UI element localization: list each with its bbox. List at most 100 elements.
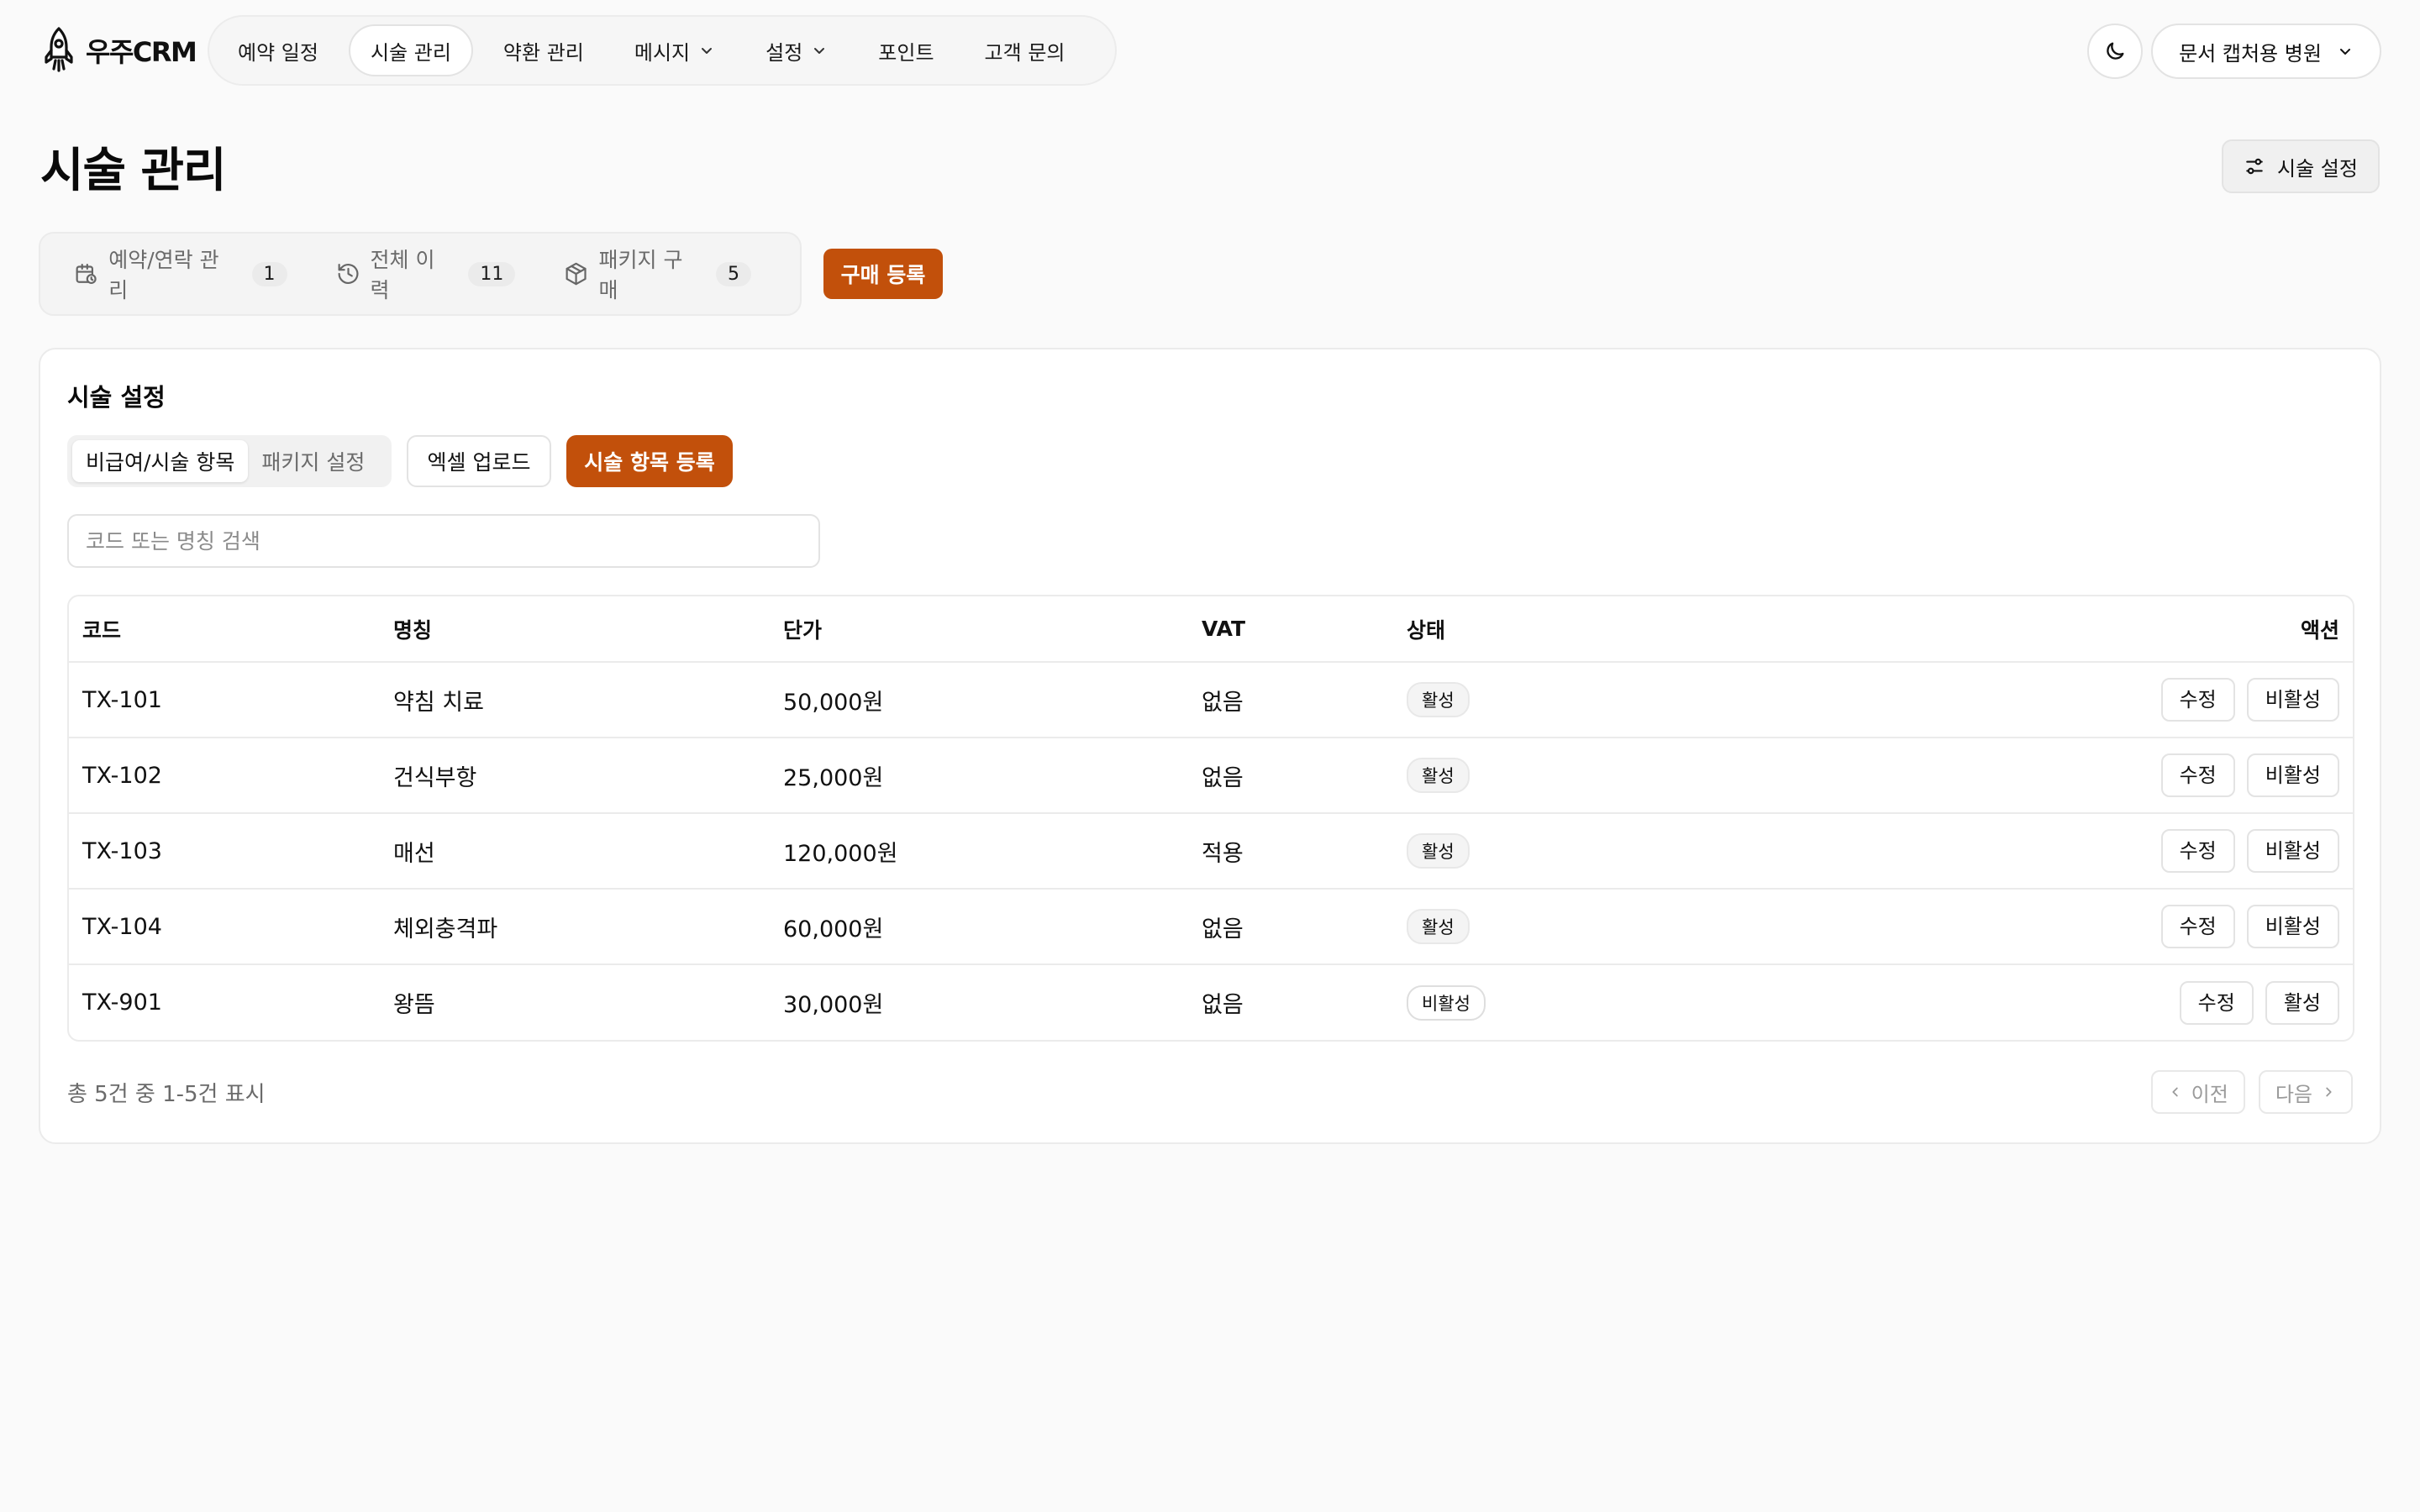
nav-item-reservation[interactable]: 예약 일정 xyxy=(218,24,339,76)
cell-code: TX-901 xyxy=(82,990,162,1016)
count-badge: 5 xyxy=(716,261,752,286)
clinic-selector[interactable]: 문서 캡처용 병원 xyxy=(2151,24,2381,79)
settings-segmented-control: 비급여/시술 항목 패키지 설정 xyxy=(67,435,392,487)
edit-button[interactable]: 수정 xyxy=(2160,829,2235,873)
theme-toggle-button[interactable] xyxy=(2087,24,2143,79)
summary-label: 패키지 구매 xyxy=(598,248,683,302)
summary-tabs: 예약/연락 관리 1 전체 이력 11 패키지 구매 5 xyxy=(39,232,802,316)
status-badge: 활성 xyxy=(1407,833,1470,869)
add-treatment-item-button[interactable]: 시술 항목 등록 xyxy=(566,435,733,487)
toggle-status-button[interactable]: 활성 xyxy=(2265,980,2339,1025)
cell-vat: 적용 xyxy=(1188,813,1393,890)
cell-vat: 없음 xyxy=(1188,889,1393,965)
cell-status: 비활성 xyxy=(1393,964,1729,1040)
cell-name: 건식부항 xyxy=(380,738,770,814)
tab-non-covered-items[interactable]: 비급여/시술 항목 xyxy=(72,440,249,482)
nav-item-inquiry[interactable]: 고객 문의 xyxy=(965,24,1086,76)
clinic-name: 문서 캡처용 병원 xyxy=(2179,41,2322,66)
app-name: 우주CRM xyxy=(86,36,197,68)
cell-vat: 없음 xyxy=(1188,738,1393,814)
nav-label: 메시지 xyxy=(634,40,691,65)
nav-label: 포인트 xyxy=(878,40,934,65)
toggle-status-button[interactable]: 비활성 xyxy=(2246,753,2339,797)
cell-name: 매선 xyxy=(380,813,770,890)
table-row: TX-103 매선 120,000원 적용 활성 수정 비활성 xyxy=(69,813,2353,890)
cell-code: TX-104 xyxy=(69,889,380,965)
column-header-code[interactable]: 코드 xyxy=(69,596,380,663)
status-badge: 활성 xyxy=(1407,758,1470,793)
chevron-down-icon xyxy=(814,48,825,54)
column-header-name[interactable]: 명칭 xyxy=(380,596,770,663)
prev-page-button[interactable]: 이전 xyxy=(2150,1070,2245,1114)
edit-button[interactable]: 수정 xyxy=(2179,980,2254,1025)
cell-actions: 수정 활성 xyxy=(1729,964,2353,1040)
toggle-status-button[interactable]: 비활성 xyxy=(2246,829,2339,873)
cell-name: 왕뜸 xyxy=(393,992,435,1018)
summary-item-reservation[interactable]: 예약/연락 관리 1 xyxy=(74,244,287,304)
tab-package-settings[interactable]: 패키지 설정 xyxy=(248,440,378,482)
card-title: 시술 설정 xyxy=(67,383,166,412)
cell-status: 활성 xyxy=(1393,662,1729,738)
toggle-status-button[interactable]: 비활성 xyxy=(2246,905,2339,948)
table-row: TX-901 왕뜸 30,000원 없음 비활성 수정 활성 xyxy=(69,964,2353,1040)
count-badge: 11 xyxy=(468,261,516,286)
cell-actions: 수정 비활성 xyxy=(1729,889,2353,965)
edit-button[interactable]: 수정 xyxy=(2160,753,2235,797)
app-logo[interactable]: 우주CRM xyxy=(39,25,197,76)
nav-item-medicine[interactable]: 약환 관리 xyxy=(483,24,604,76)
treatment-settings-button[interactable]: 시술 설정 xyxy=(2222,139,2380,193)
cell-actions: 수정 비활성 xyxy=(1729,662,2353,738)
count-badge: 1 xyxy=(251,261,287,286)
prev-label: 이전 xyxy=(2191,1082,2228,1106)
edit-button[interactable]: 수정 xyxy=(2160,905,2235,948)
pagination-summary: 총 5건 중 1-5건 표시 xyxy=(67,1082,266,1107)
excel-upload-button[interactable]: 엑셀 업로드 xyxy=(407,435,551,487)
rocket-icon xyxy=(45,27,73,72)
cell-name: 체외충격파 xyxy=(380,889,770,965)
column-header-actions: 액션 xyxy=(1729,596,2353,663)
sliders-icon xyxy=(2246,158,2263,175)
register-purchase-button[interactable]: 구매 등록 xyxy=(823,249,943,299)
table-row: TX-102 건식부항 25,000원 없음 활성 수정 비활성 xyxy=(69,738,2353,814)
moon-icon xyxy=(2107,42,2124,60)
chevron-down-icon xyxy=(702,48,713,54)
pagination: 이전 다음 xyxy=(2150,1070,2353,1114)
cell-code: TX-103 xyxy=(69,813,380,890)
nav-item-treatment[interactable]: 시술 관리 xyxy=(348,24,473,76)
summary-label: 예약/연락 관리 xyxy=(108,248,219,302)
search-input[interactable] xyxy=(67,514,820,568)
nav-label: 예약 일정 xyxy=(238,40,318,65)
status-badge: 활성 xyxy=(1407,682,1470,717)
cell-status: 활성 xyxy=(1393,738,1729,814)
cell-price: 25,000원 xyxy=(770,738,1188,814)
table-row: TX-104 체외충격파 60,000원 없음 활성 수정 비활성 xyxy=(69,889,2353,965)
page-title: 시술 관리 xyxy=(40,144,227,198)
treatment-settings-card: 시술 설정 비급여/시술 항목 패키지 설정 엑셀 업로드 시술 항목 등록 코… xyxy=(39,348,2381,1144)
column-header-vat[interactable]: VAT xyxy=(1188,596,1393,663)
edit-button[interactable]: 수정 xyxy=(2160,678,2235,722)
nav-item-points[interactable]: 포인트 xyxy=(858,24,954,76)
main-nav: 예약 일정 시술 관리 약환 관리 메시지 설정 포인트 고객 문의 xyxy=(208,15,1117,86)
cell-status: 활성 xyxy=(1393,889,1729,965)
toggle-status-button[interactable]: 비활성 xyxy=(2246,678,2339,722)
chevron-right-icon xyxy=(2326,1087,2332,1097)
nav-label: 고객 문의 xyxy=(984,40,1065,65)
status-badge: 활성 xyxy=(1407,909,1470,944)
summary-item-package[interactable]: 패키지 구매 5 xyxy=(564,244,752,304)
nav-item-settings[interactable]: 설정 xyxy=(745,24,848,76)
next-page-button[interactable]: 다음 xyxy=(2258,1070,2353,1114)
summary-label: 전체 이력 xyxy=(370,248,435,302)
column-header-price[interactable]: 단가 xyxy=(770,596,1188,663)
cell-price: 60,000원 xyxy=(770,889,1188,965)
cell-code: TX-102 xyxy=(69,738,380,814)
nav-item-message[interactable]: 메시지 xyxy=(614,24,735,76)
cell-code: TX-101 xyxy=(69,662,380,738)
summary-item-history[interactable]: 전체 이력 11 xyxy=(336,244,516,304)
cell-actions: 수정 비활성 xyxy=(1729,813,2353,890)
cell-vat: 없음 xyxy=(1188,662,1393,738)
column-header-status[interactable]: 상태 xyxy=(1393,596,1729,663)
calendar-clock-icon xyxy=(76,263,97,285)
top-bar: 우주CRM 예약 일정 시술 관리 약환 관리 메시지 설정 포인트 고객 문의… xyxy=(39,15,2381,86)
cell-vat: 없음 xyxy=(1202,992,1244,1018)
nav-label: 시술 관리 xyxy=(370,40,451,65)
